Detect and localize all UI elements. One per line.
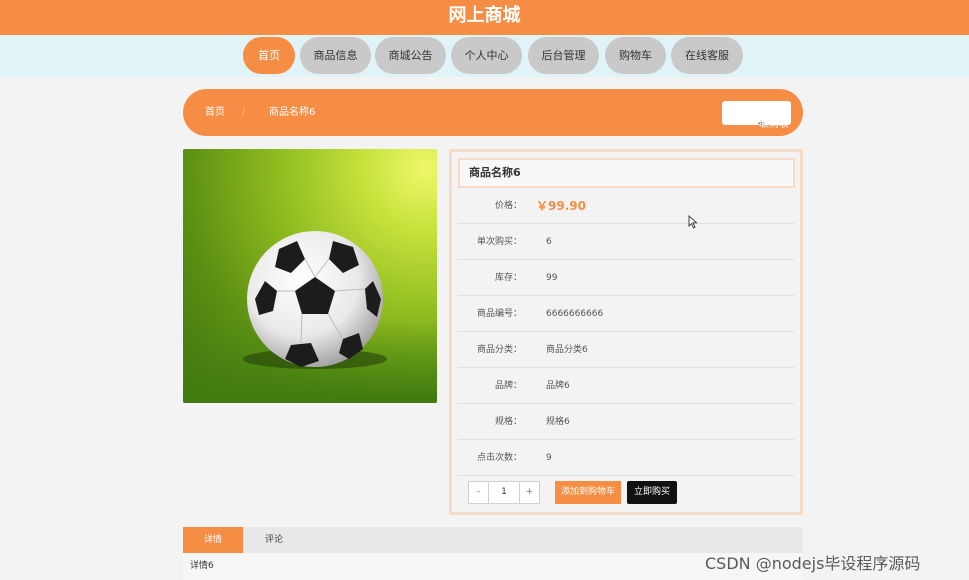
click-count-value: 9 <box>546 453 552 463</box>
spec-value: 规格6 <box>546 417 570 427</box>
nav-item-user-center[interactable]: 个人中心 <box>451 37 522 74</box>
product-image <box>183 149 437 403</box>
unfavorite-button[interactable]: ★取消收藏 <box>722 101 791 177</box>
stock-row: 库存： 99 <box>458 260 795 296</box>
product-code-row: 商品编号： 6666666666 <box>458 296 795 332</box>
nav-item-home[interactable]: 首页 <box>243 37 295 74</box>
category-value: 商品分类6 <box>546 345 588 355</box>
price-label: 价格： <box>494 201 522 211</box>
breadcrumb-separator: / <box>242 107 246 118</box>
quantity-input[interactable]: 1 <box>489 482 519 503</box>
nav-item-products[interactable]: 商品信息 <box>300 37 371 74</box>
breadcrumb-home[interactable]: 首页 <box>205 89 225 136</box>
buy-now-button[interactable]: 立即购买 <box>627 481 677 504</box>
mouse-cursor-icon <box>688 214 698 233</box>
add-to-cart-button[interactable]: 添加到购物车 <box>555 481 621 504</box>
nav-item-announcements[interactable]: 商城公告 <box>375 37 446 74</box>
brand-value: 品牌6 <box>546 381 570 391</box>
purchase-limit-row: 单次购买： 6 <box>458 224 795 260</box>
breadcrumb: 首页 / 商品名称6 ★取消收藏 <box>183 89 803 177</box>
quantity-stepper: - 1 + <box>468 481 540 504</box>
category-row: 商品分类： 商品分类6 <box>458 332 795 368</box>
product-name: 商品名称6 <box>458 158 795 188</box>
click-count-row: 点击次数： 9 <box>458 440 795 476</box>
decrease-button[interactable]: - <box>469 482 489 503</box>
brand-label: 品牌： <box>494 381 522 391</box>
main-nav: 首页 商品信息 商城公告 个人中心 后台管理 购物车 在线客服 <box>0 35 969 77</box>
purchase-limit-label: 单次购买： <box>476 237 522 247</box>
price-value: ￥99.90 <box>536 199 586 213</box>
product-code-value: 6666666666 <box>546 309 604 319</box>
category-label: 商品分类： <box>476 345 522 355</box>
tab-details[interactable]: 详情 <box>183 527 243 553</box>
stock-label: 库存： <box>494 273 522 283</box>
breadcrumb-current: 商品名称6 <box>269 107 316 118</box>
spec-row: 规格： 规格6 <box>458 404 795 440</box>
brand-row: 品牌： 品牌6 <box>458 368 795 404</box>
nav-item-admin[interactable]: 后台管理 <box>528 37 599 74</box>
watermark: CSDN @nodejs毕设程序源码 <box>705 554 921 573</box>
site-title: 网上商城 <box>448 5 521 26</box>
soccer-ball-image <box>183 231 437 403</box>
site-header: 网上商城 <box>0 0 969 35</box>
product-code-label: 商品编号： <box>476 309 522 319</box>
nav-item-cart[interactable]: 购物车 <box>605 37 666 74</box>
tab-comments[interactable]: 评论 <box>243 527 305 553</box>
spec-label: 规格： <box>494 417 522 427</box>
purchase-limit-value: 6 <box>546 237 552 247</box>
stock-value: 99 <box>546 273 558 283</box>
click-count-label: 点击次数： <box>476 453 522 463</box>
product-info-panel: 商品名称6 价格： ￥99.90 单次购买： 6 库存： 99 商品编号： 66… <box>449 149 803 515</box>
price-row: 价格： ￥99.90 <box>458 188 795 224</box>
nav-item-support[interactable]: 在线客服 <box>671 37 743 74</box>
increase-button[interactable]: + <box>519 482 539 503</box>
